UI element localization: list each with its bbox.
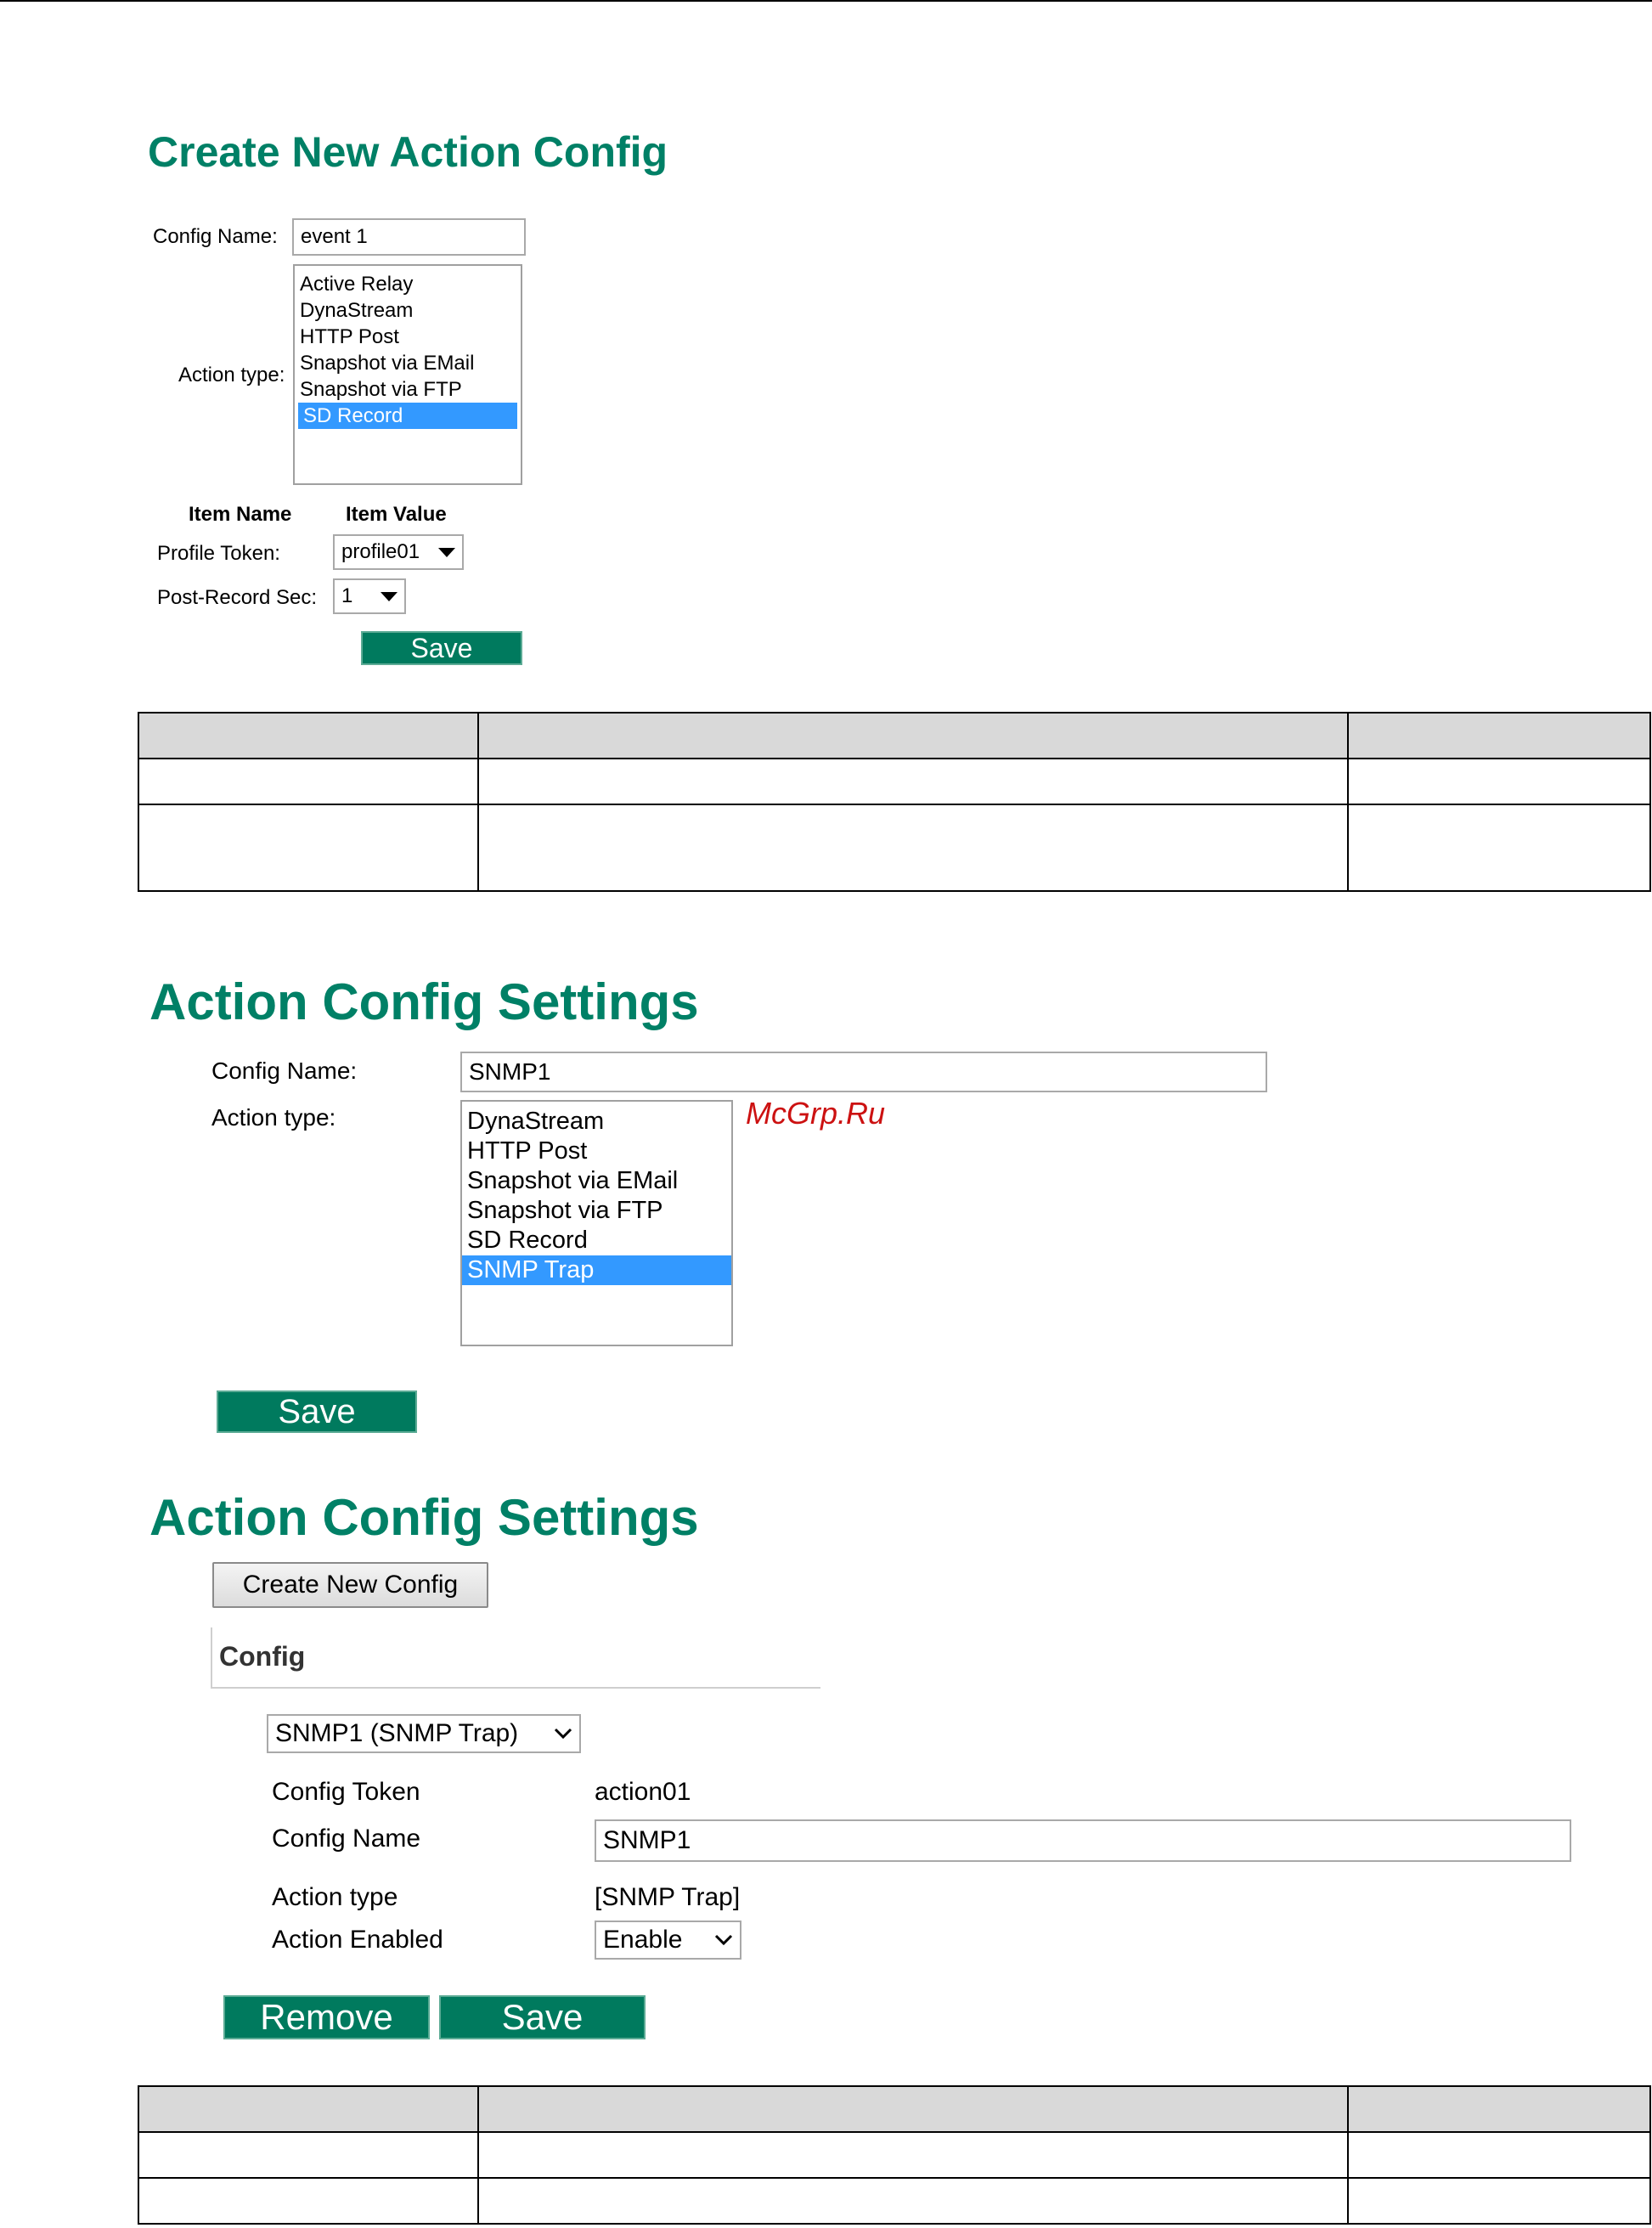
remove-button[interactable]: Remove bbox=[223, 1995, 430, 2039]
create-new-config-button[interactable]: Create New Config bbox=[212, 1562, 488, 1608]
item-value-header: Item Value bbox=[346, 503, 447, 526]
config-panel-heading: Config bbox=[211, 1627, 820, 1689]
table-cell bbox=[1347, 2131, 1651, 2179]
listbox-option[interactable]: Snapshot via EMail bbox=[462, 1166, 731, 1196]
table-header-row bbox=[138, 712, 1651, 759]
listbox-option[interactable]: Snapshot via EMail bbox=[295, 350, 521, 376]
table-cell bbox=[1347, 2177, 1651, 2225]
table-row bbox=[138, 2177, 1651, 2225]
table-cell bbox=[1347, 758, 1651, 805]
table-cell bbox=[476, 2131, 1350, 2179]
config-select-value: SNMP1 (SNMP Trap) bbox=[275, 1719, 519, 1747]
table-header-row bbox=[138, 2085, 1651, 2133]
table-cell bbox=[476, 712, 1350, 759]
table-row bbox=[138, 804, 1651, 892]
dropdown-arrow-icon bbox=[438, 547, 455, 557]
table-cell bbox=[138, 2177, 479, 2225]
table-cell bbox=[1347, 2085, 1651, 2133]
table-cell bbox=[1347, 712, 1651, 759]
action-enabled-value: Enable bbox=[603, 1926, 683, 1954]
config-heading: Config bbox=[219, 1641, 306, 1672]
table-cell bbox=[138, 758, 479, 805]
profile-token-label: Profile Token: bbox=[157, 542, 280, 565]
table-cell bbox=[138, 712, 479, 759]
page-title-action-config-settings-edit: Action Config Settings bbox=[149, 1489, 699, 1546]
parameter-table-2 bbox=[138, 2085, 1651, 2225]
page-top-rule bbox=[0, 0, 1652, 2]
page-title-action-config-settings: Action Config Settings bbox=[149, 973, 699, 1030]
config-name-label: Config Name bbox=[272, 1825, 421, 1853]
action-type-value: [SNMP Trap] bbox=[595, 1883, 741, 1911]
table-row bbox=[138, 758, 1651, 805]
config-name-label: Config Name: bbox=[153, 225, 278, 248]
profile-token-select[interactable]: profile01 bbox=[333, 534, 464, 570]
post-record-value: 1 bbox=[341, 584, 353, 607]
item-name-header: Item Name bbox=[189, 503, 292, 526]
table-cell bbox=[476, 758, 1350, 805]
config-name-label: Config Name: bbox=[211, 1058, 358, 1084]
table-cell bbox=[138, 2085, 479, 2133]
table-cell bbox=[138, 2131, 479, 2179]
profile-token-value: profile01 bbox=[341, 540, 420, 563]
config-name-input[interactable]: SNMP1 bbox=[595, 1819, 1571, 1862]
chevron-down-icon bbox=[554, 1728, 572, 1740]
action-type-listbox[interactable]: Active Relay DynaStream HTTP Post Snapsh… bbox=[293, 264, 522, 485]
listbox-option-selected[interactable]: SD Record bbox=[298, 403, 517, 429]
table-cell bbox=[476, 2177, 1350, 2225]
listbox-option-selected[interactable]: SNMP Trap bbox=[462, 1255, 731, 1285]
table-cell bbox=[476, 2085, 1350, 2133]
action-type-label: Action type: bbox=[178, 364, 285, 386]
action-enabled-select[interactable]: Enable bbox=[595, 1921, 741, 1960]
chevron-down-icon bbox=[714, 1934, 733, 1946]
save-button[interactable]: Save bbox=[361, 631, 522, 665]
listbox-option[interactable]: Snapshot via FTP bbox=[462, 1196, 731, 1226]
table-cell bbox=[1347, 804, 1651, 892]
config-name-input[interactable]: SNMP1 bbox=[460, 1052, 1267, 1092]
action-enabled-label: Action Enabled bbox=[272, 1926, 443, 1954]
page-title-create-action: Create New Action Config bbox=[148, 128, 668, 176]
dropdown-arrow-icon bbox=[381, 591, 397, 601]
listbox-option[interactable]: SD Record bbox=[462, 1226, 731, 1255]
config-token-label: Config Token bbox=[272, 1778, 420, 1806]
config-select[interactable]: SNMP1 (SNMP Trap) bbox=[267, 1714, 581, 1753]
post-record-select[interactable]: 1 bbox=[333, 578, 406, 614]
table-cell bbox=[138, 804, 479, 892]
table-row bbox=[138, 2131, 1651, 2179]
config-token-value: action01 bbox=[595, 1778, 691, 1806]
listbox-option[interactable]: Active Relay bbox=[295, 271, 521, 297]
save-button[interactable]: Save bbox=[217, 1390, 417, 1433]
listbox-option[interactable]: DynaStream bbox=[295, 297, 521, 324]
table-cell bbox=[476, 804, 1350, 892]
post-record-label: Post-Record Sec: bbox=[157, 586, 318, 609]
listbox-option[interactable]: HTTP Post bbox=[295, 324, 521, 350]
parameter-table-1 bbox=[138, 712, 1651, 892]
listbox-option[interactable]: HTTP Post bbox=[462, 1137, 731, 1166]
save-button[interactable]: Save bbox=[439, 1995, 646, 2039]
action-type-listbox[interactable]: DynaStream HTTP Post Snapshot via EMail … bbox=[460, 1100, 733, 1346]
action-type-label: Action type bbox=[272, 1883, 398, 1911]
config-name-input[interactable]: event 1 bbox=[292, 218, 526, 256]
action-type-label: Action type: bbox=[211, 1104, 336, 1131]
listbox-option[interactable]: Snapshot via FTP bbox=[295, 376, 521, 403]
watermark-text: McGrp.Ru bbox=[746, 1096, 886, 1131]
listbox-option[interactable]: DynaStream bbox=[462, 1107, 731, 1137]
